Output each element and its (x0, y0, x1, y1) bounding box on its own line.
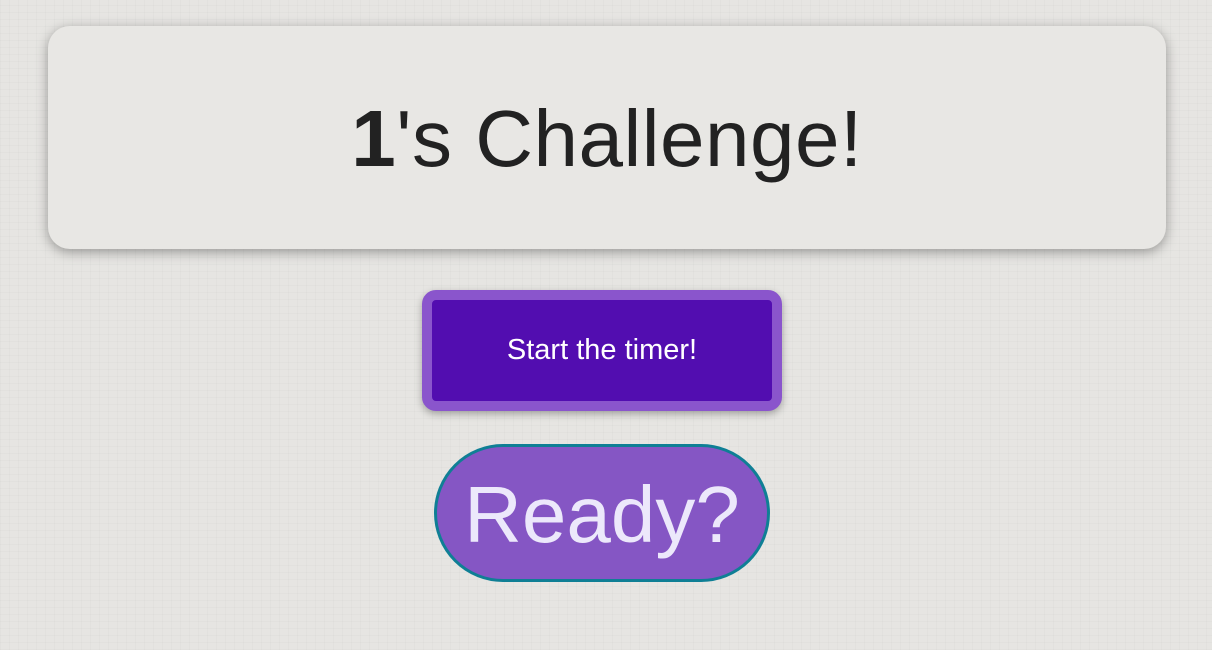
challenge-page: 1's Challenge! Start the timer! Ready? (0, 0, 1212, 650)
start-timer-label: Start the timer! (506, 334, 698, 366)
ready-label: Ready? (464, 470, 740, 559)
ready-indicator: Ready? (434, 444, 770, 582)
challenge-title-card: 1's Challenge! (48, 26, 1166, 249)
challenge-title: 1's Challenge! (351, 93, 863, 185)
challenge-title-suffix: 's Challenge! (396, 93, 863, 183)
start-timer-button[interactable]: Start the timer! (422, 290, 782, 411)
player-number: 1 (351, 93, 397, 183)
